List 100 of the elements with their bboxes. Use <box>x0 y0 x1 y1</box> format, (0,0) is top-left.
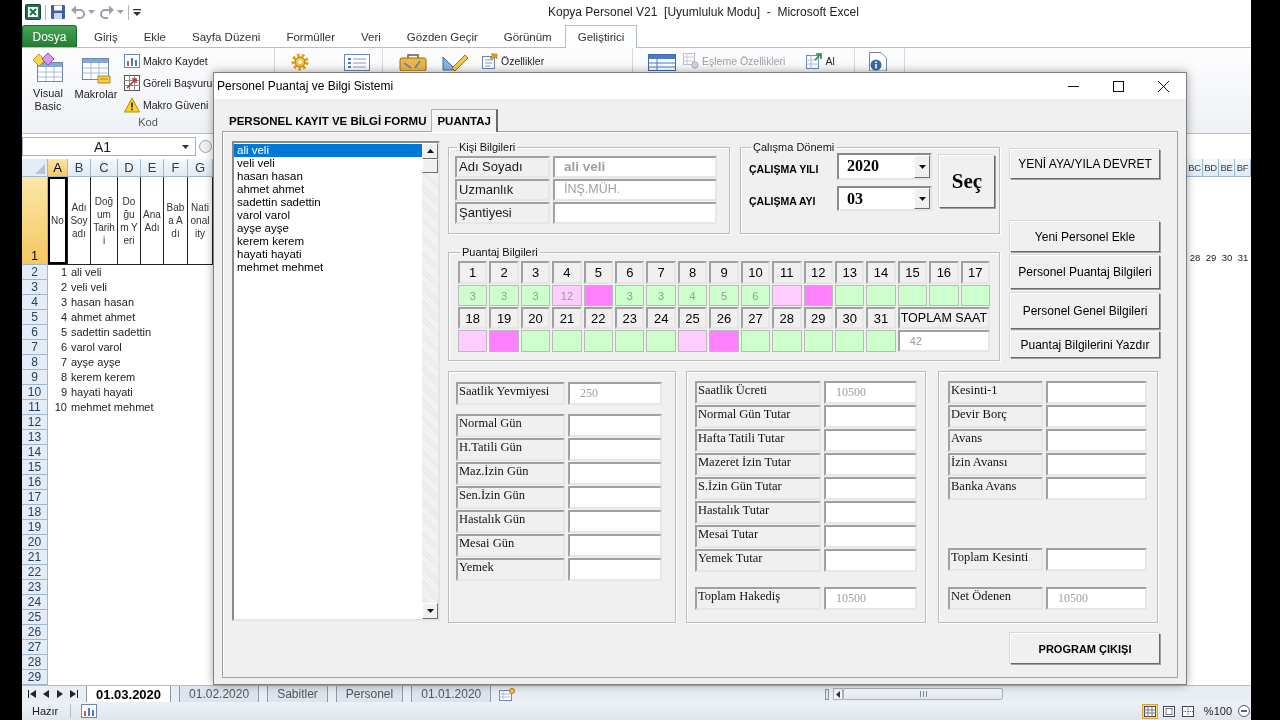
text-field[interactable] <box>824 405 917 428</box>
ribbon-button[interactable]: Makro Kaydet <box>124 52 213 70</box>
row-header[interactable]: 21 <box>22 550 48 565</box>
text-field[interactable] <box>1046 405 1147 428</box>
ribbon-tab[interactable]: Ekle <box>130 25 179 47</box>
select-all-button[interactable] <box>22 159 48 177</box>
sheet-tab[interactable]: 01.01.2020 <box>411 686 492 702</box>
text-field[interactable] <box>1046 381 1147 404</box>
view-button[interactable] <box>1141 703 1158 719</box>
scroll-left-button[interactable] <box>833 688 843 700</box>
text-field[interactable] <box>824 501 917 524</box>
select-button[interactable]: Seç <box>939 155 995 208</box>
row-header[interactable]: 26 <box>22 625 48 640</box>
list-item[interactable]: veli veli <box>234 157 422 170</box>
text-field[interactable] <box>568 534 662 557</box>
row-header[interactable]: 24 <box>22 595 48 610</box>
day-hours-field[interactable] <box>520 330 551 352</box>
personnel-list[interactable]: ali veli veli veli hasan hasan ahmet ahmet sadettin sadettin varol varol ayşe ayşe kerem kerem hayati hayati mehmet mehmet <box>232 141 440 621</box>
gear-icon[interactable] <box>290 53 310 71</box>
ribbon-button[interactable]: Al <box>806 52 835 70</box>
ribbon-button[interactable]: Göreli Başvuru <box>124 74 213 92</box>
row-header[interactable]: 20 <box>22 535 48 550</box>
column-header[interactable]: E <box>141 159 164 177</box>
exit-button[interactable]: PROGRAM ÇIKIŞI <box>1010 633 1160 664</box>
tab[interactable]: PERSONEL KAYIT VE BİLGİ FORMU <box>224 110 432 131</box>
previous-arrow-icon[interactable] <box>42 690 50 698</box>
day-hours-field[interactable] <box>583 330 614 352</box>
scrollbar[interactable] <box>422 143 438 619</box>
ribbon-button[interactable]: Makro Güveni <box>124 96 213 114</box>
day-hours-field[interactable] <box>897 285 928 306</box>
list-item[interactable]: ayşe ayşe <box>234 222 422 235</box>
view-button[interactable] <box>1179 703 1196 719</box>
ribbon-tab[interactable]: Formüller <box>273 25 348 47</box>
ribbon-tab[interactable]: Gözden Geçir <box>393 25 491 47</box>
text-field[interactable] <box>568 438 662 461</box>
save-icon[interactable] <box>50 4 66 20</box>
list-item[interactable]: varol varol <box>234 209 422 222</box>
expand-circle-icon[interactable] <box>199 140 212 153</box>
list-item[interactable]: sadettin sadettin <box>234 196 422 209</box>
list-item[interactable]: mehmet mehmet <box>234 261 422 274</box>
text-field[interactable] <box>568 462 662 485</box>
info-document-icon[interactable] <box>866 52 890 71</box>
day-hours-field[interactable] <box>929 285 959 306</box>
day-hours-field[interactable] <box>615 330 645 352</box>
action-button[interactable]: Personel Puantaj Bilgileri <box>1010 255 1160 289</box>
text-field[interactable] <box>568 486 662 509</box>
text-field[interactable] <box>1046 548 1147 571</box>
column-header[interactable]: C <box>91 159 118 177</box>
list-item[interactable]: hasan hasan <box>234 170 422 183</box>
action-button[interactable]: Puantaj Bilgilerini Yazdır <box>1010 331 1160 358</box>
name-box[interactable]: A1 <box>22 137 196 156</box>
column-header[interactable]: A <box>48 159 68 177</box>
day-hours-field[interactable] <box>803 330 833 352</box>
list-item[interactable]: hayati hayati <box>234 248 422 261</box>
first-arrow-icon[interactable] <box>28 690 36 698</box>
row-header[interactable]: 19 <box>22 520 48 535</box>
checklist-icon[interactable] <box>342 53 372 71</box>
column-header[interactable]: BE <box>1219 159 1235 177</box>
scroll-down-button[interactable] <box>422 603 438 619</box>
dropdown-button[interactable] <box>914 188 930 209</box>
list-item[interactable]: ahmet ahmet <box>234 183 422 196</box>
row-header[interactable]: 6 <box>22 325 48 340</box>
row-header[interactable]: 16 <box>22 475 48 490</box>
sheet-tab[interactable]: 01.02.2020 <box>179 686 260 702</box>
ribbon-button[interactable]: Visual Basic <box>28 51 68 115</box>
customize-caret-icon[interactable] <box>133 8 141 16</box>
day-hours-field[interactable] <box>772 330 802 352</box>
day-hours-field[interactable] <box>960 285 990 306</box>
column-header[interactable]: B <box>68 159 91 177</box>
column-header[interactable]: BC <box>1187 159 1203 177</box>
sheet-tab[interactable]: Personel <box>335 686 404 702</box>
column-header[interactable]: G <box>188 159 213 177</box>
day-hours-field[interactable] <box>834 285 865 306</box>
dropdown-field[interactable]: 2020 <box>837 153 932 180</box>
day-hours-field[interactable] <box>834 330 865 352</box>
file-tab[interactable]: Dosya <box>22 25 77 47</box>
day-hours-field[interactable] <box>772 285 802 306</box>
row-header[interactable]: 14 <box>22 445 48 460</box>
day-hours-field[interactable] <box>458 330 488 352</box>
column-header[interactable]: BF <box>1235 159 1251 177</box>
day-hours-field[interactable] <box>646 330 676 352</box>
day-hours-field[interactable] <box>709 330 739 352</box>
ribbon-tab[interactable]: Veri <box>348 25 394 47</box>
text-field[interactable] <box>824 429 917 452</box>
text-field[interactable] <box>1046 429 1147 452</box>
row-header[interactable]: 9 <box>22 370 48 385</box>
zoom-level[interactable]: %100 <box>1203 705 1232 717</box>
next-arrow-icon[interactable] <box>56 690 64 698</box>
app-logo-icon[interactable] <box>25 4 41 20</box>
table-icon[interactable] <box>648 53 676 71</box>
action-button[interactable]: Yeni Personel Ekle <box>1010 221 1160 252</box>
day-hours-field[interactable] <box>803 285 833 306</box>
day-hours-field[interactable] <box>677 330 708 352</box>
day-hours-field[interactable] <box>489 330 519 352</box>
dropdown-button[interactable] <box>914 155 930 178</box>
day-hours-field[interactable] <box>583 285 614 306</box>
column-header[interactable]: D <box>118 159 141 177</box>
day-hours-field[interactable] <box>552 330 582 352</box>
day-hours-field[interactable] <box>866 330 896 352</box>
row-header[interactable]: 3 <box>22 280 48 295</box>
